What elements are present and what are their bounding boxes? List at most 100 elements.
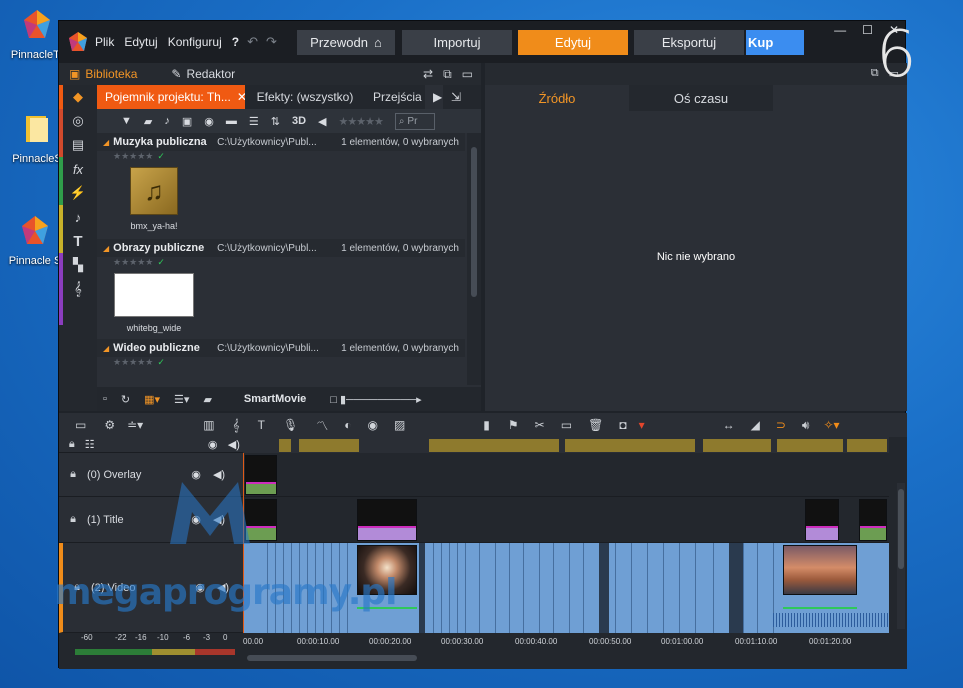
lock-icon[interactable]: 🔒︎: [59, 468, 87, 481]
snapshot-icon[interactable]: ▭: [561, 418, 572, 432]
menu-configure[interactable]: Konfiguruj: [168, 35, 222, 49]
lock-icon[interactable]: 🔒︎: [59, 513, 87, 526]
project-filter-icon[interactable]: ◉: [204, 115, 214, 128]
swap-icon[interactable]: ⇄: [423, 67, 433, 82]
tab-library[interactable]: ▣ Biblioteka: [59, 67, 147, 81]
title-clip[interactable]: [859, 499, 887, 541]
sound-icon[interactable]: 𝄞: [59, 277, 97, 301]
tab-timeline[interactable]: Oś czasu: [629, 85, 773, 111]
sort-icon[interactable]: ⇅: [271, 115, 280, 128]
title-clip[interactable]: [357, 499, 417, 541]
marker-dropdown-icon[interactable]: ▾: [639, 418, 645, 432]
group-header[interactable]: ◢ Muzyka publiczna C:\Użytkownicy\Publ..…: [97, 133, 465, 151]
tabs-more-icon[interactable]: ▶: [425, 85, 443, 109]
audio-mixer-icon[interactable]: ▥: [203, 418, 214, 432]
align-icon[interactable]: ≐▾: [127, 418, 143, 432]
project-bin-icon[interactable]: ◆: [59, 85, 97, 109]
effects-icon[interactable]: fx: [59, 157, 97, 181]
track-list-icon[interactable]: ▭: [75, 418, 86, 432]
eye-icon[interactable]: ◉: [201, 438, 225, 451]
undo-redo-icons[interactable]: ↶↷: [247, 34, 285, 50]
magic-wand-icon[interactable]: ✧▾: [823, 418, 839, 432]
title-icon[interactable]: T: [59, 229, 97, 253]
guide-button[interactable]: Przewodn ⌂: [297, 30, 395, 55]
slide-icon[interactable]: ◢: [751, 418, 760, 432]
group-header[interactable]: ◢ Obrazy publiczne C:\Użytkownicy\Publ..…: [97, 239, 465, 257]
scrollbar-thumb[interactable]: [471, 147, 477, 297]
menu-file[interactable]: Plik: [95, 35, 114, 49]
library-scrollbar[interactable]: [467, 133, 481, 385]
menu-help[interactable]: ?: [232, 35, 239, 49]
delete-icon[interactable]: 🗑︎: [588, 418, 603, 432]
grid-view-icon[interactable]: ▦▾: [144, 393, 160, 406]
close-tab-icon[interactable]: ✕: [237, 90, 245, 104]
ripple-icon[interactable]: ↔: [723, 418, 735, 432]
list-view-icon[interactable]: ☰▾: [174, 393, 189, 406]
timeline-vertical-scrollbar[interactable]: [897, 483, 905, 629]
settings-icon[interactable]: ⚙: [104, 418, 115, 432]
timeline-navigator[interactable]: [243, 437, 889, 453]
search-input[interactable]: ⌕ Pr: [394, 112, 435, 130]
view-list-icon[interactable]: ☰: [249, 115, 259, 128]
overlay-lane[interactable]: [243, 453, 889, 497]
marker-icon[interactable]: ▮: [483, 418, 490, 432]
motion-icon[interactable]: 〽: [316, 417, 328, 434]
tab-project-bin[interactable]: Pojemnik projektu: Th... ✕: [97, 85, 245, 109]
music-icon[interactable]: ♪: [59, 205, 97, 229]
menu-edit[interactable]: Edytuj: [124, 35, 157, 49]
buy-button[interactable]: Kup: [746, 30, 804, 55]
music-clef-icon[interactable]: 𝄞: [233, 418, 240, 433]
title-clip[interactable]: [805, 499, 839, 541]
rating-filter[interactable]: ★★★★★: [339, 115, 384, 128]
magnet-icon[interactable]: ⊃: [776, 418, 786, 432]
camera-icon[interactable]: ◘: [619, 418, 626, 432]
export-button[interactable]: Eksportuj: [634, 30, 744, 55]
minimize-icon[interactable]: —: [834, 23, 846, 37]
collapse-icon[interactable]: ◢: [103, 244, 109, 253]
image-tool-icon[interactable]: ▨: [394, 418, 405, 432]
video-filter-icon[interactable]: ▰: [144, 115, 152, 128]
three-d-filter[interactable]: 3D: [292, 115, 306, 127]
montage-icon[interactable]: ▚: [59, 253, 97, 277]
edit-button[interactable]: Edytuj: [518, 30, 628, 55]
collapse-icon[interactable]: ◢: [103, 138, 109, 147]
photo-filter-icon[interactable]: ▣: [182, 115, 192, 128]
tab-editor[interactable]: ✎ Redaktor: [161, 67, 245, 81]
import-button[interactable]: Importuj: [402, 30, 512, 55]
loop-icon[interactable]: ↻: [121, 393, 130, 406]
scrollbar-thumb[interactable]: [898, 489, 904, 569]
smartmovie-icon[interactable]: ▰: [203, 393, 211, 406]
collections-icon[interactable]: ▤: [59, 133, 97, 157]
title-lane[interactable]: [243, 497, 889, 543]
color-icon[interactable]: ◐: [344, 418, 351, 432]
asset-item[interactable]: whitebg_wide: [113, 273, 195, 333]
flag-icon[interactable]: ⚑: [508, 418, 519, 432]
volume-icon[interactable]: 🔊︎: [802, 418, 810, 433]
audio-filter-icon[interactable]: ♪: [164, 115, 170, 127]
video-clip-sunset[interactable]: [783, 545, 857, 595]
split-icon[interactable]: ✂: [535, 418, 545, 432]
layout-icon[interactable]: ▭: [462, 67, 473, 82]
title-tool-icon[interactable]: T: [258, 418, 265, 432]
thumbnail-size-slider[interactable]: □ ▮─────────▸: [330, 393, 421, 406]
group-header[interactable]: ◢ Wideo publiczne C:\Użytkownicy\Publi..…: [97, 339, 465, 357]
asset-item[interactable]: ♫ bmx_ya-ha!: [113, 167, 195, 231]
disc-icon[interactable]: ◎: [59, 109, 97, 133]
collapse-icon[interactable]: ◢: [103, 344, 109, 353]
tab-transitions[interactable]: Przejścia: [365, 85, 425, 109]
preview-icon[interactable]: ▫: [103, 393, 107, 405]
maximize-icon[interactable]: ☐: [862, 23, 873, 37]
tab-source[interactable]: Źródło: [485, 85, 629, 111]
microphone-icon[interactable]: 🎙︎: [283, 418, 298, 432]
lock-icon[interactable]: 🔒︎: [59, 438, 85, 451]
timeline-horizontal-scrollbar[interactable]: [247, 655, 417, 661]
folder-icon[interactable]: ▬: [226, 115, 237, 127]
storyboard-icon[interactable]: ☷: [85, 438, 173, 451]
tab-effects[interactable]: Efekty: (wszystko): [245, 85, 365, 109]
audio-envelope[interactable]: [783, 607, 857, 609]
tag-icon[interactable]: ◀: [318, 115, 326, 128]
smartmovie-button[interactable]: SmartMovie: [244, 393, 306, 405]
add-icon[interactable]: ▼: [121, 115, 132, 127]
detach-icon[interactable]: ⧉: [443, 67, 452, 82]
timeline-ruler[interactable]: 00.00 00:00:10.00 00:00:20.00 00:00:30.0…: [243, 633, 889, 653]
